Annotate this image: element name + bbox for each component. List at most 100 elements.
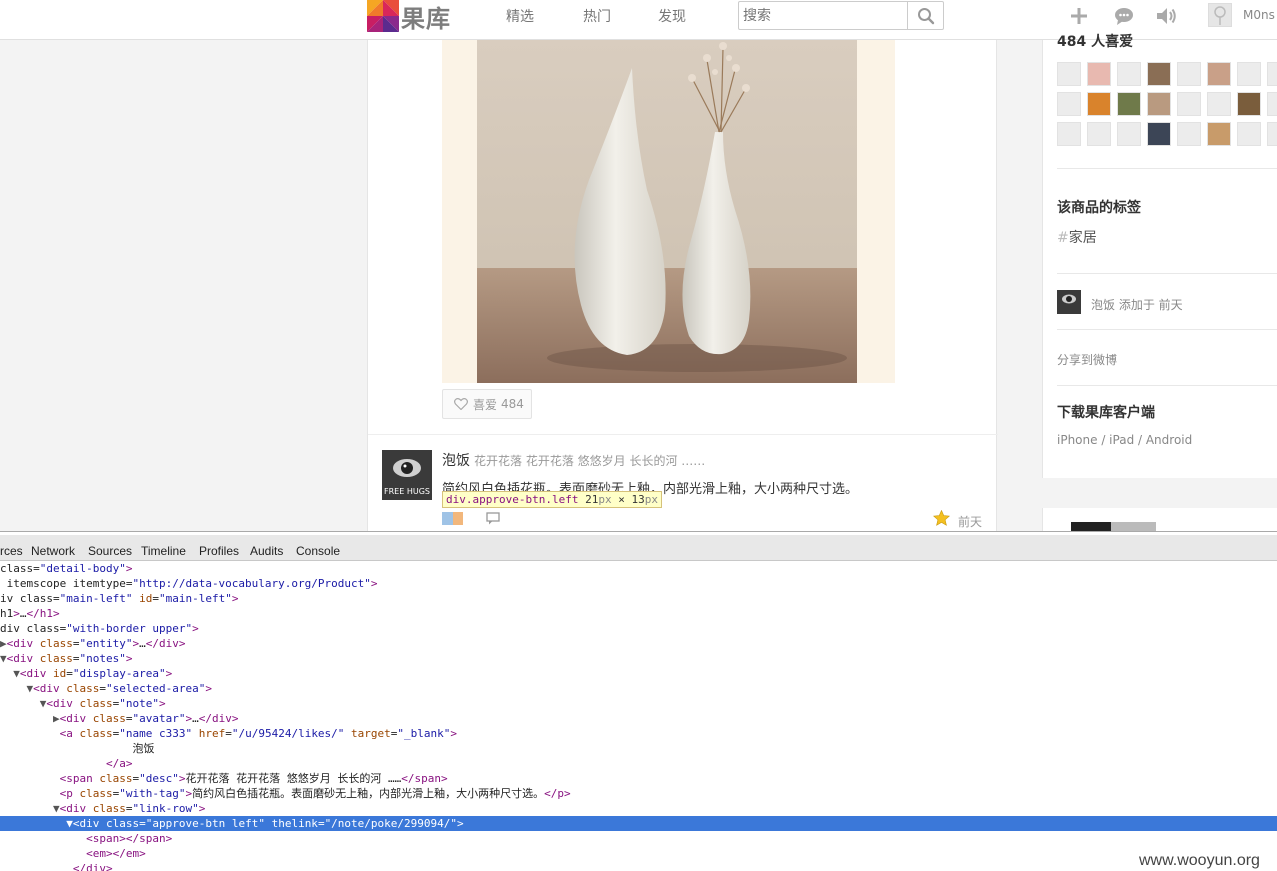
liker-avatar[interactable]	[1087, 122, 1111, 146]
tab-resources[interactable]: rces	[0, 544, 23, 558]
tag-link[interactable]: #家居	[1057, 227, 1097, 247]
user-avatar[interactable]	[1208, 3, 1232, 27]
user-name[interactable]: M0ns	[1243, 8, 1275, 22]
product-image[interactable]	[477, 40, 857, 383]
note-author-desc: 花开花落 花开花落 悠悠岁月 长长的河 ……	[474, 454, 706, 468]
added-by-avatar[interactable]	[1057, 290, 1081, 314]
dom-node-line[interactable]: </a>	[0, 756, 1277, 771]
dom-node-line[interactable]: div class="with-border upper">	[0, 621, 1277, 636]
tab-sources[interactable]: Sources	[88, 544, 132, 558]
dom-node-line[interactable]: ▼<div id="display-area">	[0, 666, 1277, 681]
dom-node-line[interactable]: <a class="name c333" href="/u/95424/like…	[0, 726, 1277, 741]
tooltip-height: 13	[631, 493, 645, 506]
liker-avatar[interactable]	[1057, 122, 1081, 146]
dom-node-line[interactable]: <span class="desc">花开花落 花开花落 悠悠岁月 长长的河 ……	[0, 771, 1277, 786]
dom-node-line[interactable]: ▼<div class="notes">	[0, 651, 1277, 666]
nav-item-discover[interactable]: 发现	[658, 6, 686, 26]
liker-avatar[interactable]	[1177, 122, 1201, 146]
dom-node-line[interactable]: <em></em>	[0, 846, 1277, 861]
liker-avatar[interactable]	[1207, 122, 1231, 146]
liker-avatar[interactable]	[1237, 122, 1261, 146]
dom-node-line[interactable]: ▼<div class="link-row">	[0, 801, 1277, 816]
search-button[interactable]	[907, 2, 943, 29]
liker-avatar[interactable]	[1207, 92, 1231, 116]
client-download-links[interactable]: iPhone / iPad / Android	[1057, 433, 1192, 447]
search-input[interactable]	[739, 2, 907, 29]
liker-avatar[interactable]	[1087, 92, 1111, 116]
liker-avatar[interactable]	[1267, 62, 1277, 86]
like-count: 484	[501, 397, 524, 411]
liker-avatar[interactable]	[1147, 122, 1171, 146]
add-icon[interactable]	[1068, 5, 1090, 27]
tab-timeline[interactable]: Timeline	[141, 544, 186, 558]
search-icon	[917, 7, 934, 24]
notifications-speaker-icon[interactable]	[1156, 5, 1178, 27]
sidebar: 484 人喜爱 该商品的标签 #家居 泡饭 添加于 前天 分享到微博 下载果库客…	[1042, 34, 1277, 478]
tag-hash: #	[1057, 230, 1069, 246]
note-author-avatar[interactable]: FREE HUGS	[382, 450, 432, 500]
devtools-inspect-tooltip: div.approve-btn.left 21px × 13px	[442, 491, 662, 508]
app-preview-image	[1071, 522, 1156, 531]
liker-avatar[interactable]	[1057, 62, 1081, 86]
dom-node-line[interactable]: <span></span>	[0, 831, 1277, 846]
site-logo[interactable]: 果库	[367, 0, 451, 33]
dom-node-line[interactable]: itemscope itemtype="http://data-vocabula…	[0, 576, 1277, 591]
logo-text: 果库	[401, 4, 451, 33]
tags-title: 该商品的标签	[1057, 200, 1141, 216]
dom-node-line[interactable]: ▼<div class="note">	[0, 696, 1277, 711]
liker-avatar[interactable]	[1237, 92, 1261, 116]
divider	[1057, 273, 1277, 274]
dom-node-line[interactable]: ▶<div class="avatar">…</div>	[0, 711, 1277, 726]
tab-audits[interactable]: Audits	[250, 544, 283, 558]
messages-icon[interactable]	[1113, 5, 1135, 27]
main-content: 喜爱 484 FREE HUGS 泡饭 花开花落 花开花落 悠悠岁月 长长的河 …	[367, 40, 998, 531]
liker-avatar[interactable]	[1207, 62, 1231, 86]
approve-button[interactable]	[442, 512, 463, 525]
nav-item-featured[interactable]: 精选	[506, 6, 534, 26]
like-button[interactable]: 喜爱 484	[442, 389, 532, 419]
comment-icon[interactable]	[486, 512, 500, 525]
tab-profiles[interactable]: Profiles	[199, 544, 239, 558]
liker-avatar[interactable]	[1237, 62, 1261, 86]
dom-node-line[interactable]: ▶<div class="entity">…</div>	[0, 636, 1277, 651]
divider	[368, 434, 998, 435]
liker-avatar[interactable]	[1117, 62, 1141, 86]
liker-avatar[interactable]	[1267, 122, 1277, 146]
liker-avatar[interactable]	[1177, 62, 1201, 86]
dom-node-line[interactable]: <p class="with-tag">简约风白色插花瓶。表面磨砂无上釉，内部光…	[0, 786, 1277, 801]
divider	[1057, 168, 1277, 169]
liker-avatar[interactable]	[1147, 62, 1171, 86]
tab-network[interactable]: Network	[31, 544, 75, 558]
divider	[1057, 385, 1277, 386]
nav-item-popular[interactable]: 热门	[583, 6, 611, 26]
svg-text:FREE HUGS: FREE HUGS	[384, 487, 430, 496]
product-image-frame	[442, 40, 895, 383]
dom-node-line[interactable]: ▼<div class="selected-area">	[0, 681, 1277, 696]
liker-avatar[interactable]	[1087, 62, 1111, 86]
star-icon[interactable]	[933, 510, 950, 526]
liker-avatar[interactable]	[1267, 92, 1277, 116]
share-weibo-link[interactable]: 分享到微博	[1057, 351, 1117, 368]
dom-node-selected[interactable]: ▼<div class="approve-btn left" thelink="…	[0, 816, 1277, 831]
liker-avatar[interactable]	[1117, 122, 1141, 146]
like-label: 喜爱	[473, 397, 498, 412]
dom-node-line[interactable]: 泡饭	[0, 741, 1277, 756]
dom-node-line[interactable]: iv class="main-left" id="main-left">	[0, 591, 1277, 606]
client-download-title: 下载果库客户端	[1057, 405, 1155, 421]
tab-console[interactable]: Console	[296, 544, 340, 558]
approve-button-highlight	[453, 512, 463, 525]
liker-avatar[interactable]	[1177, 92, 1201, 116]
tooltip-width: 21	[585, 493, 599, 506]
divider	[1057, 329, 1277, 330]
note-time: 前天	[958, 515, 983, 529]
sidebar-panel-2	[1042, 508, 1277, 531]
liker-avatar[interactable]	[1117, 92, 1141, 116]
tooltip-width-unit: px	[598, 493, 612, 506]
note-author-name[interactable]: 泡饭	[442, 450, 470, 470]
dom-node-line[interactable]: </div>	[0, 861, 1277, 871]
dom-node-line[interactable]: class="detail-body">	[0, 561, 1277, 576]
dom-node-line[interactable]: h1>…</h1>	[0, 606, 1277, 621]
likers-title: 484 人喜爱	[1057, 34, 1134, 50]
liker-avatar[interactable]	[1147, 92, 1171, 116]
liker-avatar[interactable]	[1057, 92, 1081, 116]
